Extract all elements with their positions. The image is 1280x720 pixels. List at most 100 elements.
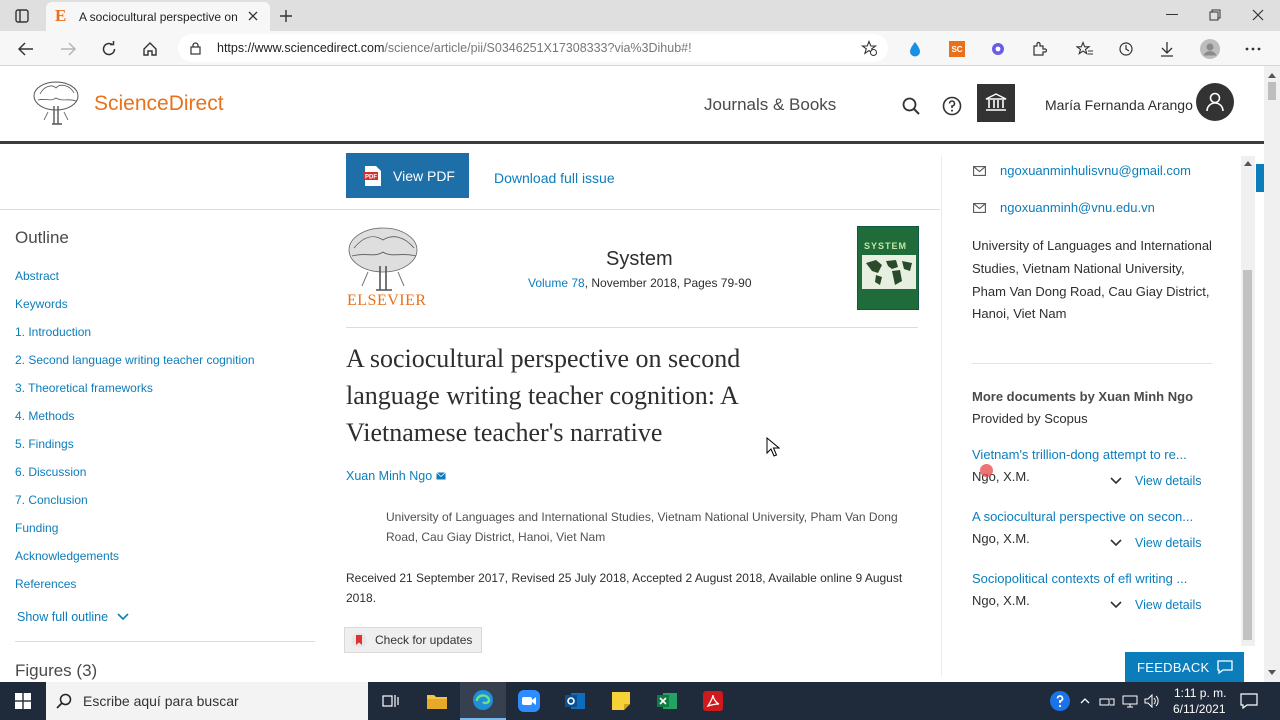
view-details-button-3[interactable]: View details [1110,598,1201,612]
view-pdf-button[interactable]: PDF View PDF [346,153,469,198]
figures-heading[interactable]: Figures (3) [15,661,97,681]
crossmark-icon [351,632,367,648]
world-map-icon [862,255,916,289]
outlook-app-icon[interactable] [552,682,598,720]
volume-link[interactable]: Volume 78 [528,276,585,290]
chevron-down-icon [1110,539,1122,547]
help-icon[interactable] [940,94,964,118]
download-icon[interactable] [1156,38,1178,60]
email-row-2: ngoxuanminh@vnu.edu.vn [973,200,1155,215]
page-scrollbar[interactable] [1264,66,1280,682]
email-link-2[interactable]: ngoxuanminh@vnu.edu.vn [1000,200,1155,215]
outline-item-frameworks[interactable]: 3. Theoretical frameworks [15,381,153,395]
more-menu-icon[interactable] [1242,38,1264,60]
download-full-issue-link[interactable]: Download full issue [494,170,615,186]
chevron-up-icon[interactable] [1077,692,1093,710]
sc-extension-icon[interactable]: SC [946,38,968,60]
volume-details: , November 2018, Pages 79-90 [584,276,752,290]
elsevier-wordmark: ELSEVIER [347,292,427,309]
check-for-updates-button[interactable]: Check for updates [344,627,482,653]
outline-title: Outline [15,228,69,247]
address-bar[interactable]: https://www.sciencedirect.com/science/ar… [178,34,888,62]
lock-icon[interactable] [188,41,202,55]
author-line: Xuan Minh Ngo [346,469,446,483]
sticky-notes-icon[interactable] [598,682,644,720]
outline-item-conclusion[interactable]: 7. Conclusion [15,493,88,507]
zoom-app-icon[interactable] [506,682,552,720]
file-explorer-icon[interactable] [414,682,460,720]
panel-scrollbar[interactable] [1241,156,1255,646]
elsevier-logo[interactable]: ELSEVIER [346,226,426,310]
elsevier-tree-logo[interactable] [30,80,82,128]
windows-start-icon[interactable] [0,682,46,720]
outline-item-methods[interactable]: 4. Methods [15,409,74,423]
refresh-icon[interactable] [97,37,121,61]
author-link[interactable]: Xuan Minh Ngo [346,469,432,483]
notifications-icon[interactable] [1238,691,1260,711]
outline-item-findings[interactable]: 5. Findings [15,437,74,451]
doc-title-3[interactable]: Sociopolitical contexts of efl writing .… [972,571,1187,586]
network-icon[interactable] [1098,692,1116,710]
clock-date[interactable]: 6/11/2021 [1173,702,1226,716]
back-icon[interactable] [14,37,38,61]
clock-time[interactable]: 1:11 p. m. [1174,686,1226,700]
journals-books-link[interactable]: Journals & Books [704,95,836,115]
outline-item-keywords[interactable]: Keywords [15,297,68,311]
forward-icon[interactable] [56,37,80,61]
outline-item-acknowledgements[interactable]: Acknowledgements [15,549,119,563]
institution-icon[interactable] [977,84,1015,122]
favorite-add-icon[interactable] [860,39,878,57]
favorites-icon[interactable] [1074,38,1096,60]
outline-item-references[interactable]: References [15,577,76,591]
search-icon[interactable] [899,94,923,118]
wifi-icon[interactable] [1121,692,1139,710]
excel-app-icon[interactable] [644,682,690,720]
scroll-up-arrow-icon[interactable] [1244,160,1252,166]
gear-extension-icon[interactable] [987,38,1009,60]
url-path: /science/article/pii/S0346251X17308333?v… [384,41,692,55]
user-name[interactable]: María Fernanda Arango [1045,97,1193,113]
feedback-button[interactable]: FEEDBACK [1125,652,1244,682]
feedback-label: FEEDBACK [1137,659,1210,675]
page-scrollbar-thumb[interactable] [1268,82,1276,100]
extensions-icon[interactable] [1028,38,1050,60]
browser-tab-active[interactable]: E A sociocultural perspective on se [46,2,270,31]
email-link-1[interactable]: ngoxuanminhulisvnu@gmail.com [1000,163,1191,178]
restore-icon[interactable] [1203,5,1227,25]
outline-item-discussion[interactable]: 6. Discussion [15,465,86,479]
profile-avatar-icon[interactable] [1199,38,1221,60]
user-avatar-icon[interactable] [1196,83,1234,121]
panel-scrollbar-thumb[interactable] [1243,270,1252,640]
view-details-button-2[interactable]: View details [1110,536,1201,550]
task-view-icon[interactable] [368,682,414,720]
panel-edge-accent [1256,164,1264,192]
tab-actions-icon[interactable] [12,6,32,26]
doc-title-2[interactable]: A sociocultural perspective on secon... [972,509,1193,524]
help-tray-icon[interactable] [1049,690,1071,712]
show-full-outline-button[interactable]: Show full outline [17,610,129,624]
page-scroll-up-icon[interactable] [1268,72,1276,78]
history-icon[interactable] [1115,38,1137,60]
sciencedirect-logo-text[interactable]: ScienceDirect [94,92,224,116]
journal-name[interactable]: System [606,248,673,271]
new-tab-icon[interactable] [276,6,296,26]
journal-cover-image[interactable]: SYSTEM [857,226,919,310]
taskbar-search-box[interactable]: Escribe aquí para buscar [46,682,368,720]
minimize-icon[interactable] [1160,5,1184,25]
edge-browser-icon[interactable] [460,682,506,720]
acrobat-app-icon[interactable] [690,682,736,720]
view-details-button-1[interactable]: View details [1110,474,1201,488]
outline-item-funding[interactable]: Funding [15,521,58,535]
volume-icon[interactable] [1143,692,1161,710]
close-tab-icon[interactable] [244,7,262,25]
envelope-icon [973,202,986,213]
outline-item-introduction[interactable]: 1. Introduction [15,325,91,339]
outline-item-teacher-cognition[interactable]: 2. Second language writing teacher cogni… [15,353,255,367]
page-scroll-down-icon[interactable] [1268,670,1276,676]
outline-item-abstract[interactable]: Abstract [15,269,59,283]
doc-title-1[interactable]: Vietnam's trillion-dong attempt to re... [972,447,1187,462]
home-icon[interactable] [138,37,162,61]
close-window-icon[interactable] [1246,5,1270,25]
envelope-icon[interactable] [436,472,446,480]
droplet-extension-icon[interactable] [904,38,926,60]
